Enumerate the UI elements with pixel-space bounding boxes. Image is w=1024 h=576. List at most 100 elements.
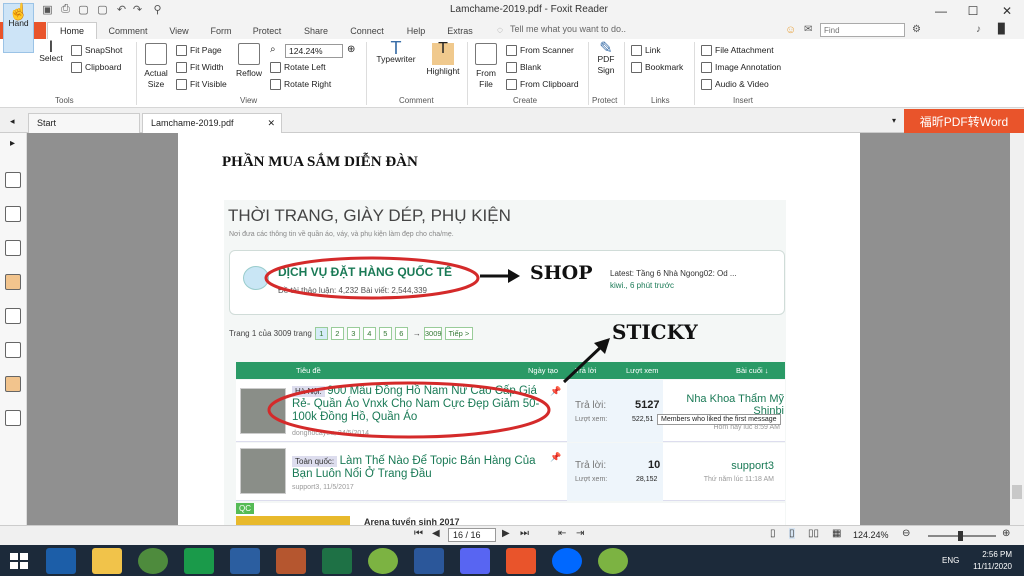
vertical-scrollbar[interactable]	[1010, 133, 1024, 525]
prev-page-icon[interactable]: ◀	[432, 528, 440, 539]
smiley-icon[interactable]: ☺	[785, 24, 796, 36]
help-icon[interactable]	[230, 548, 260, 574]
zalo-icon[interactable]	[552, 548, 582, 574]
language-indicator[interactable]: ENG	[942, 556, 959, 565]
bookmark-button[interactable]: Bookmark	[631, 60, 683, 74]
zoom-in-icon[interactable]: ⊕	[347, 44, 355, 55]
reflow-button[interactable]: Reflow	[233, 43, 265, 79]
hand-tool-button[interactable]: ☝ Hand	[3, 3, 34, 53]
facing-icon[interactable]: ▯▯	[808, 528, 819, 539]
clipboard-button[interactable]: Clipboard	[71, 60, 121, 74]
find-input[interactable]	[820, 23, 905, 37]
excel-icon[interactable]	[322, 548, 352, 574]
tab-share[interactable]: Share	[296, 22, 336, 39]
signatures-icon[interactable]	[5, 342, 21, 358]
file-explorer-icon[interactable]	[92, 548, 122, 574]
continuous-facing-icon[interactable]: ▦	[832, 528, 841, 539]
gift-icon[interactable]: ✉	[804, 24, 812, 35]
tab-dropdown-icon[interactable]: ▾	[892, 116, 896, 125]
print-icon[interactable]: ⎙	[58, 2, 73, 17]
fit-width-button[interactable]: Fit Width	[176, 60, 224, 74]
bookmarks-icon[interactable]	[5, 172, 21, 188]
fit-page-button[interactable]: Fit Page	[176, 43, 222, 57]
undo-icon[interactable]: ↶	[114, 2, 129, 17]
store-icon[interactable]	[184, 548, 214, 574]
rotate-right-button[interactable]: Rotate Right	[270, 77, 331, 91]
tab-extras[interactable]: Extras	[440, 22, 480, 39]
tab-list-icon[interactable]: ◂	[10, 116, 15, 127]
close-tab-icon[interactable]: ✕	[267, 118, 275, 129]
zoom-slider-handle[interactable]	[958, 531, 963, 541]
page2-icon[interactable]: ▢	[95, 2, 110, 17]
close-button[interactable]: ✕	[990, 0, 1024, 22]
doctab-start[interactable]: Start	[28, 113, 140, 133]
browser-icon[interactable]	[368, 548, 398, 574]
maximize-button[interactable]: ☐	[956, 0, 990, 22]
rotate-left-button[interactable]: Rotate Left	[270, 60, 326, 74]
security-icon[interactable]	[5, 376, 21, 392]
page-number-input[interactable]: 16 / 16	[448, 528, 496, 542]
zoom-select[interactable]: 124.24%	[285, 44, 343, 58]
stamp-icon[interactable]: ⚲	[150, 2, 165, 17]
foxit-taskbar-icon[interactable]	[506, 548, 536, 574]
next-page-icon[interactable]: ▶	[502, 528, 510, 539]
bell-icon[interactable]: ♪	[976, 24, 981, 35]
page-icon[interactable]: ▢	[76, 2, 91, 17]
blank-button[interactable]: Blank	[506, 60, 541, 74]
snapshot-button[interactable]: SnapShot	[71, 43, 122, 57]
expand-panel-icon[interactable]: ▸	[10, 138, 15, 149]
minimize-button[interactable]: —	[924, 0, 958, 22]
discord-icon[interactable]	[460, 548, 490, 574]
tab-help[interactable]: Help	[398, 22, 434, 39]
windows-start-icon[interactable]	[10, 553, 28, 569]
audio-video-button[interactable]: Audio & Video	[701, 77, 769, 91]
last-page-icon[interactable]: ⏭	[520, 528, 529, 539]
pdf-sign-button[interactable]: ✎ PDF Sign	[592, 41, 620, 76]
from-clipboard-button[interactable]: From Clipboard	[506, 77, 579, 91]
attachments-icon[interactable]	[5, 308, 21, 324]
settings-icon[interactable]: ⚙	[912, 24, 921, 35]
tab-home[interactable]: Home	[47, 22, 97, 39]
zoom-in-icon[interactable]: ⊕	[1002, 528, 1010, 539]
from-file-button[interactable]: From File	[472, 43, 500, 90]
layers-icon[interactable]	[5, 240, 21, 256]
tab-view[interactable]: View	[160, 22, 198, 39]
zoom-icon[interactable]: ⌕	[270, 44, 276, 55]
convert-banner[interactable]: 福昕PDF转Word	[904, 109, 1024, 133]
zoom-level[interactable]: 124.24%	[853, 530, 889, 540]
from-scanner-button[interactable]: From Scanner	[506, 43, 574, 57]
word-icon[interactable]	[414, 548, 444, 574]
fit-visible-button[interactable]: Fit Visible	[176, 77, 227, 91]
prev-view-icon[interactable]: ⇤	[558, 528, 566, 539]
file-attachment-button[interactable]: File Attachment	[701, 43, 774, 57]
link-button[interactable]: Link	[631, 43, 661, 57]
internet-explorer-icon[interactable]	[46, 548, 76, 574]
actual-size-button[interactable]: Actual Size	[140, 43, 172, 90]
continuous-icon[interactable]: ▯	[789, 528, 795, 539]
zoom-out-icon[interactable]: ⊖	[902, 528, 910, 539]
comments-icon[interactable]	[5, 274, 21, 290]
tags-icon[interactable]	[5, 410, 21, 426]
tab-connect[interactable]: Connect	[343, 22, 391, 39]
tab-protect[interactable]: Protect	[245, 22, 289, 39]
tell-me-search[interactable]: Tell me what you want to do..	[510, 24, 626, 34]
first-page-icon[interactable]: ⏮	[414, 528, 423, 539]
tab-comment[interactable]: Comment	[103, 22, 153, 39]
save-icon[interactable]: ▣	[40, 2, 55, 17]
select-tool-button[interactable]: Ⅰ Select	[37, 40, 65, 64]
tab-form[interactable]: Form	[203, 22, 239, 39]
pages-icon[interactable]	[5, 206, 21, 222]
next-view-icon[interactable]: ⇥	[576, 528, 584, 539]
user-icon[interactable]: ▉	[998, 24, 1006, 35]
chrome-icon[interactable]	[138, 548, 168, 574]
redo-icon[interactable]: ↷	[130, 2, 145, 17]
highlight-button[interactable]: T Highlight	[423, 41, 463, 77]
clock[interactable]: 2:56 PM 11/11/2020	[968, 549, 1012, 573]
scrollbar-thumb[interactable]	[1012, 485, 1022, 499]
typewriter-button[interactable]: T Typewriter	[372, 39, 420, 65]
single-page-icon[interactable]: ▯	[770, 528, 776, 539]
doctab-file[interactable]: Lamchame-2019.pdf ✕	[142, 113, 282, 133]
coccoc-icon[interactable]	[598, 548, 628, 574]
image-annotation-button[interactable]: Image Annotation	[701, 60, 781, 74]
paint-icon[interactable]	[276, 548, 306, 574]
